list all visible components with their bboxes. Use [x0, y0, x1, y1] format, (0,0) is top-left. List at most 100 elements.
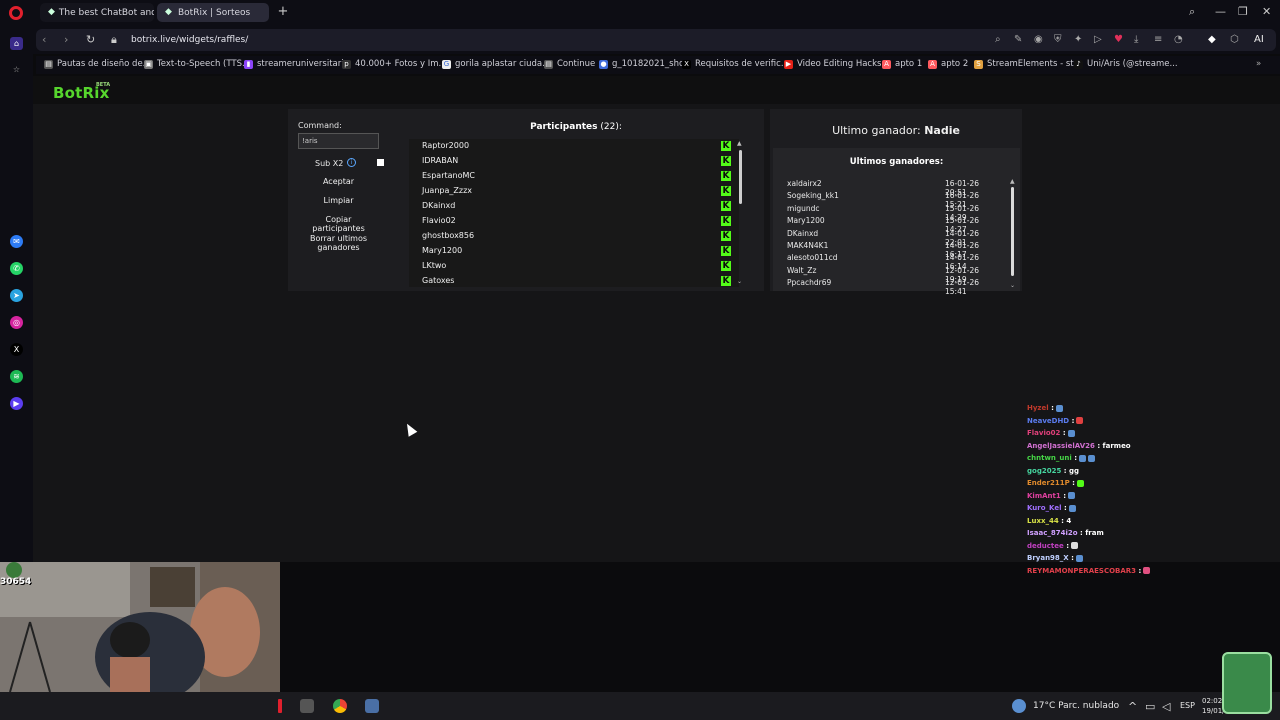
participant-row[interactable]: Flavio02 K	[409, 214, 731, 229]
participant-row[interactable]: EspartanoMC K	[409, 169, 731, 184]
extension-icon[interactable]: ✦	[1074, 34, 1082, 45]
delete-winners-button[interactable]: Borrar ultimos ganadores	[298, 234, 379, 254]
whatsapp-icon[interactable]: ✆	[10, 262, 23, 275]
edit-icon[interactable]: ✎	[1014, 34, 1022, 45]
participant-row[interactable]: Mary1200 K	[409, 244, 731, 259]
language-indicator[interactable]: ESP	[1180, 701, 1195, 710]
ai-button[interactable]: AI	[1254, 34, 1264, 45]
scrollbar-thumb[interactable]	[739, 150, 742, 204]
shield-icon[interactable]: ⛨	[1054, 34, 1062, 45]
opera-taskbar-icon[interactable]	[278, 699, 282, 713]
sub-x2-option[interactable]: Sub X2 i	[298, 157, 388, 171]
weather-text[interactable]: 17°C Parc. nublado	[1033, 701, 1119, 711]
sub-x2-checkbox[interactable]	[377, 159, 384, 166]
tab-botrix-sorteos[interactable]: ◆ BotRix | Sorteos	[157, 3, 269, 22]
participant-row[interactable]: DKainxd K	[409, 199, 731, 214]
emote-icon	[1071, 542, 1078, 549]
clear-button[interactable]: Limpiar	[298, 196, 379, 210]
winners-list-box[interactable]: Ultimos ganadores: xaldairx2 16-01-26 20:…	[773, 148, 1020, 296]
url-text[interactable]: botrix.live/widgets/raffles/	[131, 35, 248, 45]
browser-sidebar: ⌂ ☆ ✉ ✆ ➤ ◎ X ≋ ▶	[0, 26, 33, 562]
minimize-button[interactable]: —	[1215, 5, 1226, 18]
scroll-up-icon[interactable]: ▲	[737, 140, 742, 147]
chrome-taskbar-icon[interactable]	[333, 699, 347, 713]
app-taskbar-icon[interactable]	[365, 699, 379, 713]
forward-icon[interactable]: ›	[64, 34, 68, 45]
participant-row[interactable]: LKtwo K	[409, 259, 731, 274]
winners-scrollbar[interactable]: ▲ ⌄	[1010, 178, 1016, 290]
bookmark-item[interactable]: ▣ Text-to-Speech (TTS...	[144, 59, 250, 69]
download-icon[interactable]: ⤓	[1134, 34, 1138, 45]
reload-icon[interactable]: ↻	[86, 34, 95, 45]
winner-row: Ppcachdr69 12-01-26 15:41	[787, 278, 1001, 296]
tab-botrix-chatbot[interactable]: ◆ The best ChatBot and Wi	[40, 3, 154, 22]
spotify-icon[interactable]: ≋	[10, 370, 23, 383]
x-icon[interactable]: X	[10, 343, 23, 356]
bookmark-item[interactable]: Aapto 2	[928, 59, 968, 69]
play-icon[interactable]: ▷	[1094, 34, 1102, 45]
info-icon[interactable]: i	[347, 158, 356, 167]
home-icon[interactable]: ⌂	[10, 37, 23, 50]
chat-user: gog2025	[1027, 466, 1062, 475]
menu-icon[interactable]: ≡	[1154, 34, 1162, 45]
maximize-button[interactable]: ❐	[1238, 5, 1248, 18]
cube-icon[interactable]: ⬡	[1230, 34, 1239, 45]
participant-row[interactable]: Gatoxes K	[409, 274, 731, 287]
participants-scrollbar[interactable]: ▲ ⌄	[737, 140, 743, 286]
bookmark-item[interactable]: ▶ Video Editing Hacks...	[784, 59, 890, 69]
chat-message: Flavio02 :	[1027, 429, 1075, 437]
back-icon[interactable]: ‹	[42, 34, 46, 45]
volume-icon[interactable]: ◁	[1162, 701, 1170, 712]
bookmark-item[interactable]: ▮ streameruniversitari...	[244, 59, 352, 69]
chat-message: REYMAMONPERAESCOBAR3 :	[1027, 567, 1151, 575]
bookmark-item[interactable]: ● g_10182021_shcc	[599, 59, 688, 69]
bookmark-item[interactable]: X Requisitos de verific...	[682, 59, 789, 69]
heart-icon[interactable]: ♥	[1114, 34, 1123, 45]
star-icon[interactable]: ☆	[10, 63, 23, 76]
scroll-down-icon[interactable]: ⌄	[1010, 282, 1015, 289]
browser-tab-bar: ◆ The best ChatBot and Wi ◆ BotRix | Sor…	[0, 0, 1280, 26]
chat-user: Bryan98_X	[1027, 554, 1069, 562]
shopping-icon: ●	[599, 59, 608, 69]
profile-icon[interactable]: ◔	[1174, 34, 1183, 45]
telegram-icon[interactable]: ➤	[10, 289, 23, 302]
chevron-up-icon[interactable]: ^	[1128, 701, 1137, 712]
search-icon[interactable]: ⌕	[1189, 5, 1195, 19]
last-winner-label: Ultimo ganador:	[832, 124, 921, 137]
participant-row[interactable]: IDRABAN K	[409, 154, 731, 169]
bookmark-item[interactable]: ▤ Continue	[544, 59, 595, 69]
bookmark-label: g_10182021_shcc	[612, 59, 689, 69]
scroll-up-icon[interactable]: ▲	[1010, 178, 1015, 185]
participant-row[interactable]: Raptor2000 K	[409, 139, 731, 154]
chat-text: :	[1071, 554, 1074, 562]
bookmark-item[interactable]: Ggorila aplastar ciuda...	[442, 59, 550, 69]
airbnb-icon: A	[882, 59, 891, 69]
command-input[interactable]	[298, 133, 379, 149]
document-icon: ▤	[544, 59, 553, 69]
bookmark-item[interactable]: ♪ Uni/Aris (@streame...	[1074, 59, 1178, 69]
participant-row[interactable]: Juanpa_Zzzx K	[409, 184, 731, 199]
diamond-icon[interactable]: ◆	[1208, 34, 1216, 45]
network-icon[interactable]: ▭	[1145, 701, 1155, 712]
copy-participants-button[interactable]: Copiar participantes	[298, 215, 379, 233]
accept-button[interactable]: Aceptar	[298, 177, 379, 191]
messenger-icon[interactable]: ✉	[10, 235, 23, 248]
camera-icon[interactable]: ◉	[1034, 34, 1043, 45]
scroll-down-icon[interactable]: ⌄	[737, 278, 742, 285]
opera-logo-icon[interactable]	[9, 6, 23, 20]
player-icon[interactable]: ▶	[10, 397, 23, 410]
new-tab-button[interactable]: +	[276, 5, 290, 19]
app-taskbar-icon[interactable]	[300, 699, 314, 713]
chevron-right-icon[interactable]: »	[1256, 59, 1261, 69]
participants-list[interactable]: Raptor2000 K IDRABAN K EspartanoMC K Juanpa…	[409, 139, 739, 287]
bookmark-item[interactable]: Aapto 1	[882, 59, 922, 69]
close-button[interactable]: ✕	[1262, 5, 1271, 18]
chat-message: deductee :	[1027, 542, 1078, 550]
instagram-icon[interactable]: ◎	[10, 316, 23, 329]
bookmark-item[interactable]: p 40.000+ Fotos y Im...	[342, 59, 447, 69]
search-icon[interactable]: ⌕	[995, 34, 1001, 45]
scrollbar-thumb[interactable]	[1011, 187, 1014, 276]
bookmark-item[interactable]: S StreamElements - st...	[974, 59, 1082, 69]
bookmark-item[interactable]: ▤ Pautas de diseño de...	[44, 59, 151, 69]
participant-row[interactable]: ghostbox856 K	[409, 229, 731, 244]
